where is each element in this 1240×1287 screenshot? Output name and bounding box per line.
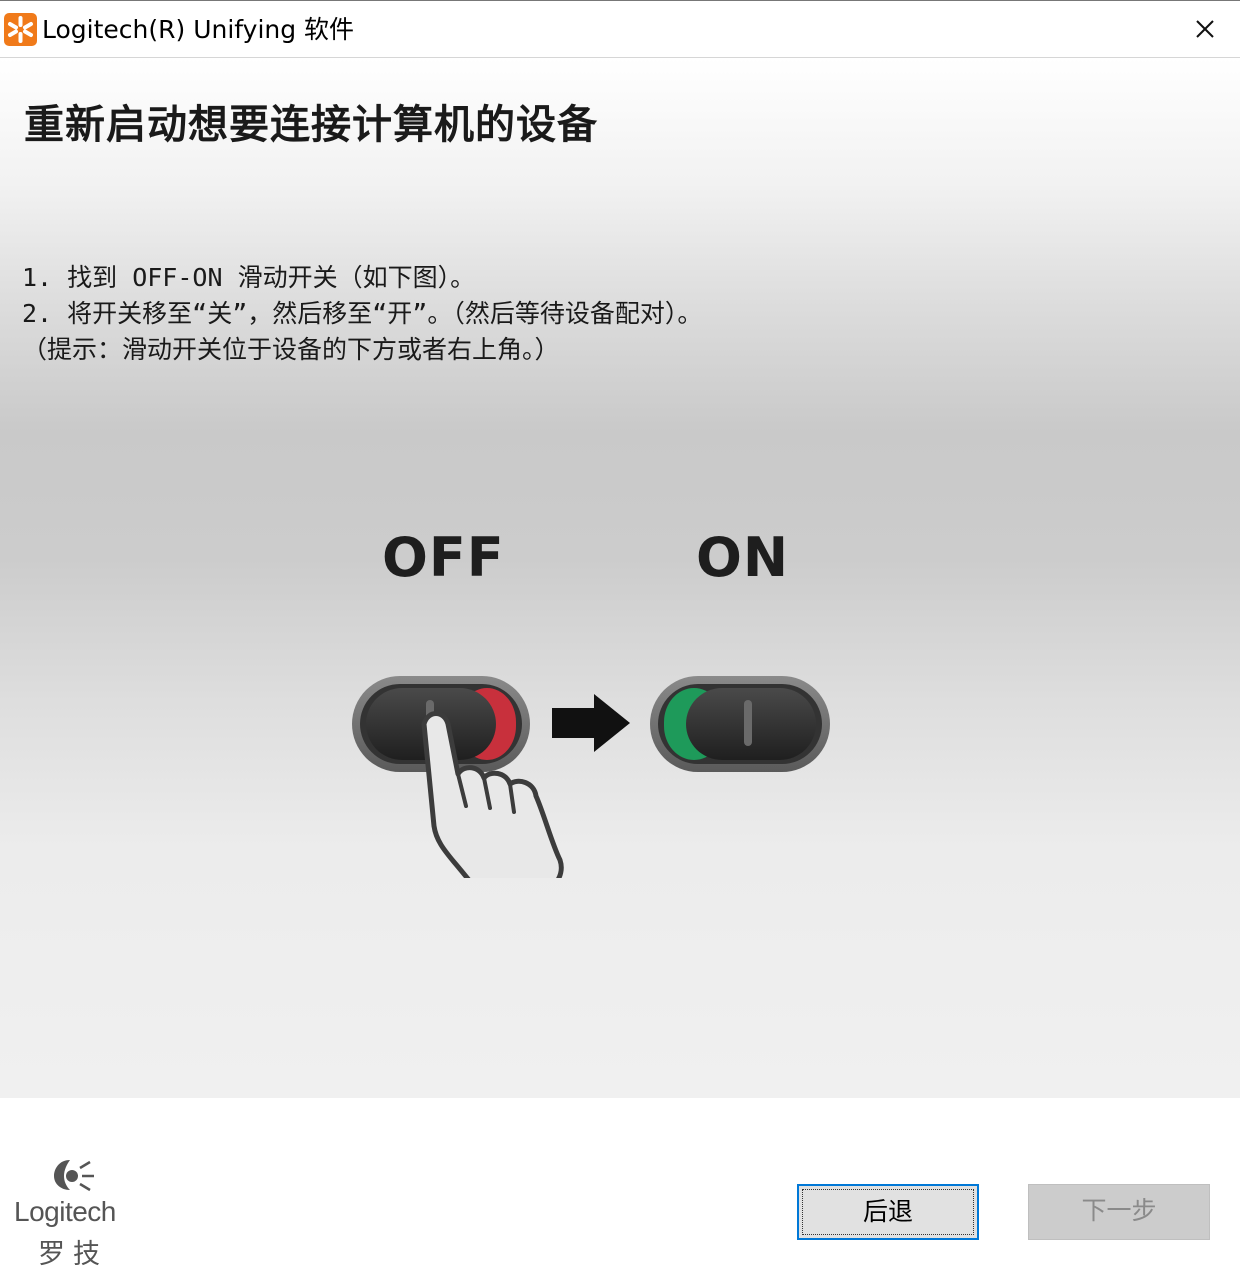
- switch-illustration: OFF ON: [340, 526, 850, 878]
- unifying-window: Logitech(R) Unifying 软件 重新启动想要连接计算机的设备 1…: [0, 0, 1240, 1287]
- back-button[interactable]: 后退: [797, 1184, 979, 1240]
- logitech-eye-icon: [54, 1160, 94, 1192]
- logitech-unifying-icon: [4, 13, 37, 46]
- close-button[interactable]: [1170, 1, 1240, 57]
- close-icon: [1196, 20, 1214, 38]
- logo-chinese-text: 罗技: [38, 1239, 108, 1270]
- instructions: 1. 找到 OFF-ON 滑动开关（如下图）。 2. 将开关移至“关”，然后移至…: [22, 260, 702, 368]
- page-title: 重新启动想要连接计算机的设备: [24, 101, 598, 148]
- window-title: Logitech(R) Unifying 软件: [42, 15, 355, 44]
- title-bar[interactable]: Logitech(R) Unifying 软件: [0, 1, 1240, 58]
- logitech-logo: Logitech 罗技: [14, 1156, 134, 1270]
- arrow-right-icon: [552, 694, 630, 752]
- logo-text: Logitech: [14, 1196, 116, 1227]
- next-button[interactable]: 下一步: [1028, 1184, 1210, 1240]
- instruction-step-1: 1. 找到 OFF-ON 滑动开关（如下图）。: [22, 263, 476, 292]
- instruction-step-2: 2. 将开关移至“关”，然后移至“开”。（然后等待设备配对）。: [22, 299, 703, 328]
- instruction-hint: （提示：滑动开关位于设备的下方或者右上角。）: [22, 335, 560, 364]
- footer: Logitech 罗技 后退 下一步: [0, 1098, 1240, 1287]
- on-switch-graphic: [650, 676, 830, 772]
- content-panel: 重新启动想要连接计算机的设备 1. 找到 OFF-ON 滑动开关（如下图）。 2…: [0, 58, 1240, 1098]
